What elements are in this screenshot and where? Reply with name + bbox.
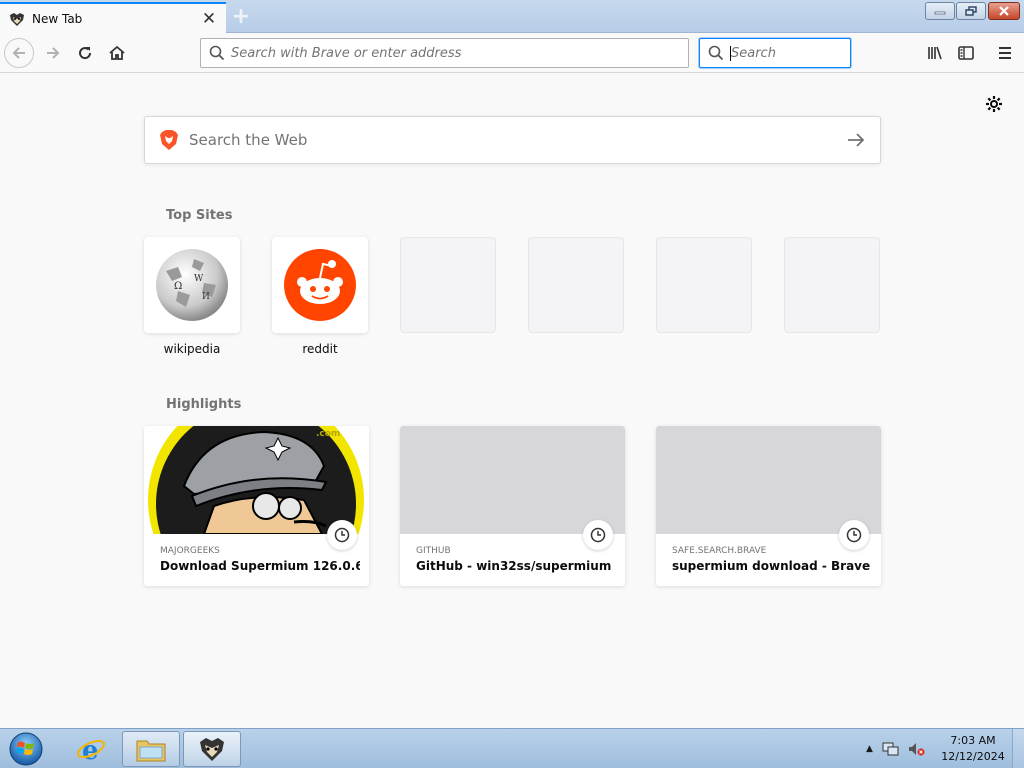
top-sites-heading: Top Sites: [166, 208, 233, 223]
svg-text:Ω: Ω: [174, 281, 182, 292]
highlight-title: Download Supermium 126.0.64...: [160, 559, 360, 573]
highlight-card[interactable]: SAFE.SEARCH.BRAVE supermium download - B…: [656, 426, 881, 586]
top-site-tile-empty[interactable]: [784, 237, 880, 333]
volume-muted-icon[interactable]: [907, 741, 925, 757]
top-site-tile-empty[interactable]: [400, 237, 496, 333]
navigation-toolbar: Search with Brave or enter address Searc…: [0, 33, 1024, 73]
highlight-source: GITHUB: [416, 546, 451, 556]
clock-icon: [839, 520, 869, 550]
highlight-thumbnail: .com: [144, 426, 369, 586]
restore-button[interactable]: [956, 2, 986, 20]
tab-new-tab[interactable]: New Tab ✕: [0, 2, 226, 34]
taskbar-file-explorer[interactable]: [122, 731, 180, 767]
brave-lion-icon: [200, 738, 224, 761]
menu-button[interactable]: [991, 39, 1019, 67]
search-bar[interactable]: Search: [699, 38, 851, 68]
gear-icon: [986, 96, 1002, 112]
highlight-thumbnail: [656, 426, 881, 534]
search-submit-button[interactable]: [832, 117, 880, 163]
sidebar-icon: [958, 46, 974, 60]
search-icon: [708, 45, 724, 61]
show-desktop-button[interactable]: [1012, 729, 1024, 768]
clock-time: 7:03 AM: [950, 734, 996, 747]
svg-text:W: W: [194, 274, 204, 284]
close-icon: [999, 6, 1009, 16]
search-icon: [209, 45, 225, 61]
wikipedia-globe-icon: Ω W И: [156, 249, 228, 321]
hamburger-menu-icon: [999, 47, 1011, 59]
folder-icon: [136, 740, 166, 762]
restore-icon: [965, 6, 977, 16]
taskbar-internet-explorer[interactable]: e: [62, 731, 120, 767]
home-icon: [109, 45, 125, 60]
network-icon[interactable]: [881, 741, 899, 757]
taskbar-clock[interactable]: 7:03 AM 12/12/2024: [938, 733, 1008, 765]
minimize-button[interactable]: [925, 2, 955, 20]
brave-lion-icon: [8, 11, 26, 27]
customize-button[interactable]: [982, 92, 1006, 116]
reload-icon: [79, 47, 92, 60]
library-button[interactable]: [921, 39, 949, 67]
reddit-alien-icon: [284, 249, 356, 321]
clock-icon: [327, 520, 357, 550]
highlight-source: MAJORGEEKS: [160, 546, 220, 556]
sidebar-button[interactable]: [952, 39, 980, 67]
tab-title: New Tab: [32, 12, 83, 26]
close-tab-icon[interactable]: ✕: [200, 9, 218, 29]
window-close-button[interactable]: [988, 2, 1020, 20]
top-site-tile-wikipedia[interactable]: Ω W И: [144, 237, 240, 333]
home-button[interactable]: [103, 39, 131, 67]
windows-start-orb-icon: [9, 732, 43, 766]
top-site-tile-reddit[interactable]: [272, 237, 368, 333]
show-hidden-icons-arrow-icon[interactable]: ▲: [866, 744, 873, 754]
web-search-placeholder: Search the Web: [189, 131, 308, 149]
top-site-tile-empty[interactable]: [656, 237, 752, 333]
top-site-tile-empty[interactable]: [528, 237, 624, 333]
tab-strip: New Tab ✕ +: [0, 0, 1024, 34]
search-bar-placeholder: Search: [731, 45, 776, 61]
taskbar-brave-browser[interactable]: [183, 731, 241, 767]
library-icon: [928, 46, 942, 60]
svg-text:И: И: [202, 292, 210, 302]
internet-explorer-icon: e: [77, 736, 105, 764]
clock-date: 12/12/2024: [941, 750, 1005, 763]
highlight-card[interactable]: .com MAJORGEEKS Download Supermium 126.0…: [144, 426, 369, 586]
start-button[interactable]: [4, 730, 48, 768]
reload-button[interactable]: [71, 39, 99, 67]
clock-icon: [583, 520, 613, 550]
forward-arrow-icon: [47, 47, 60, 59]
top-site-label: wikipedia: [163, 342, 221, 356]
highlight-thumbnail: [400, 426, 625, 534]
forward-button[interactable]: [39, 39, 67, 67]
new-tab-button[interactable]: +: [229, 4, 253, 29]
address-bar[interactable]: Search with Brave or enter address: [200, 38, 689, 68]
brave-logo-icon: [160, 130, 178, 150]
arrow-right-icon: [848, 133, 865, 147]
address-bar-placeholder: Search with Brave or enter address: [231, 45, 462, 61]
thumbnail-text: .com: [316, 429, 340, 439]
highlight-source: SAFE.SEARCH.BRAVE: [672, 546, 767, 556]
highlight-card[interactable]: GITHUB GitHub - win32ss/supermium at ...: [400, 426, 625, 586]
web-search-box[interactable]: Search the Web: [144, 116, 881, 164]
system-tray: ▲: [866, 737, 925, 761]
highlight-title: supermium download - Brave Se...: [672, 559, 872, 573]
top-site-label: reddit: [302, 342, 338, 356]
majorgeeks-mascot-image: .com: [148, 426, 364, 586]
highlights-heading: Highlights: [166, 397, 242, 412]
back-arrow-icon: [12, 47, 25, 59]
highlight-title: GitHub - win32ss/supermium at ...: [416, 559, 616, 573]
taskbar: e ▲ 7:03 AM 12/12/2024: [0, 728, 1024, 768]
back-button[interactable]: [4, 38, 34, 68]
minimize-icon: [934, 11, 946, 15]
